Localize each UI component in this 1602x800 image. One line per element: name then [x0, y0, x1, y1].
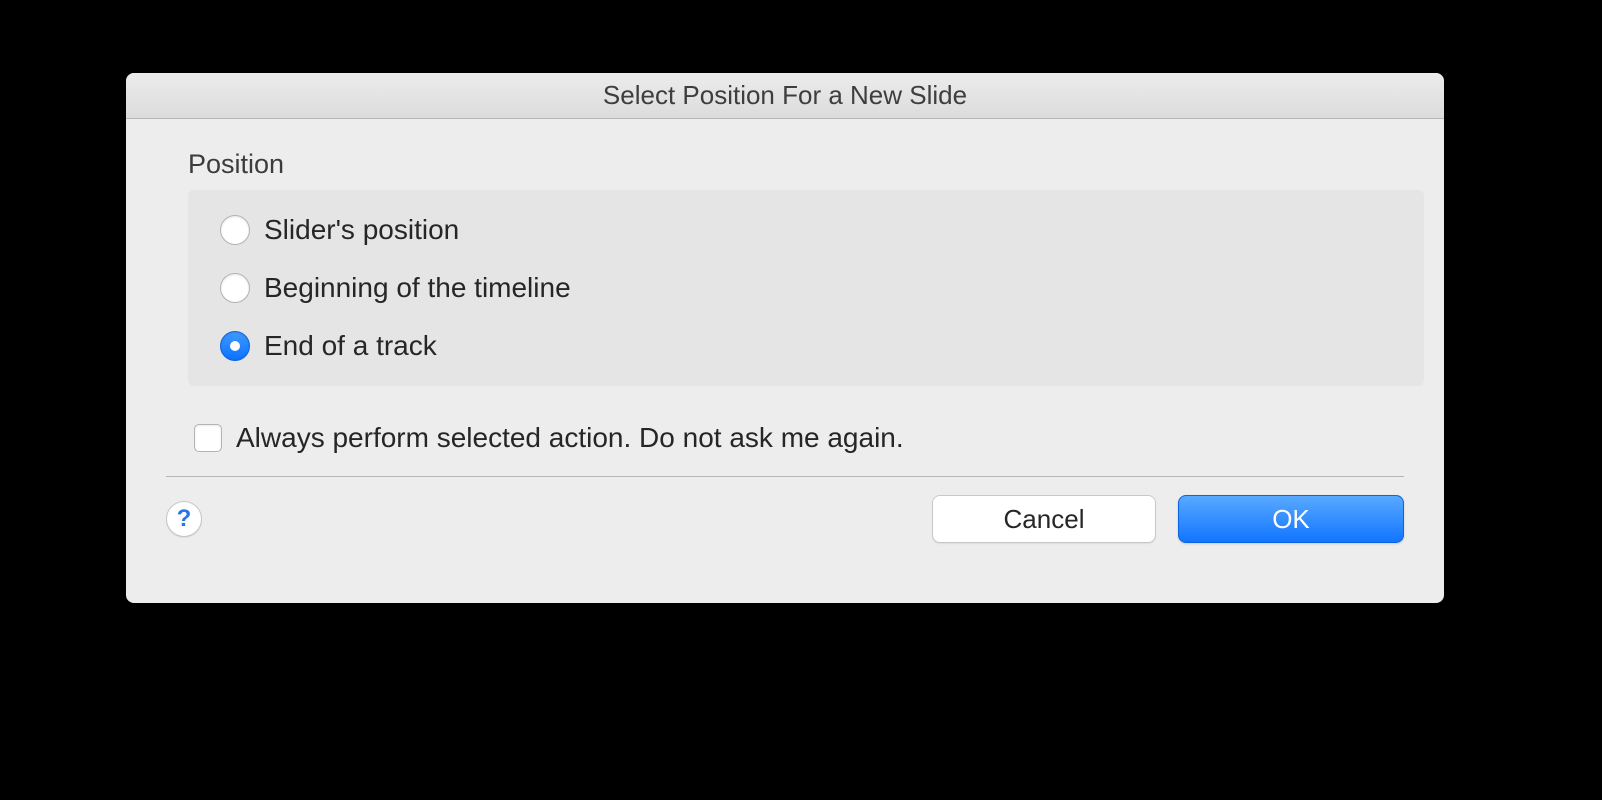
- ok-button[interactable]: OK: [1178, 495, 1404, 543]
- checkbox-always-perform[interactable]: Always perform selected action. Do not a…: [194, 422, 1404, 454]
- checkbox-label: Always perform selected action. Do not a…: [236, 422, 904, 454]
- radio-option-beginning-of-timeline[interactable]: Beginning of the timeline: [220, 272, 1392, 304]
- dialog-footer: ? Cancel OK: [126, 477, 1444, 543]
- dialog-title: Select Position For a New Slide: [603, 80, 967, 111]
- dialog-select-position: Select Position For a New Slide Position…: [126, 73, 1444, 603]
- checkbox-icon: [194, 424, 222, 452]
- position-radio-group: Slider's position Beginning of the timel…: [188, 190, 1424, 386]
- radio-label: Beginning of the timeline: [264, 272, 571, 304]
- radio-button-icon: [220, 273, 250, 303]
- titlebar: Select Position For a New Slide: [126, 73, 1444, 119]
- dialog-content: Position Slider's position Beginning of …: [126, 119, 1444, 454]
- radio-label: Slider's position: [264, 214, 459, 246]
- position-section-label: Position: [188, 149, 1404, 180]
- radio-button-icon: [220, 331, 250, 361]
- radio-label: End of a track: [264, 330, 437, 362]
- radio-button-icon: [220, 215, 250, 245]
- cancel-button[interactable]: Cancel: [932, 495, 1156, 543]
- help-icon: ?: [177, 505, 192, 533]
- help-button[interactable]: ?: [166, 501, 202, 537]
- radio-option-sliders-position[interactable]: Slider's position: [220, 214, 1392, 246]
- radio-option-end-of-track[interactable]: End of a track: [220, 330, 1392, 362]
- radio-selected-dot-icon: [230, 341, 240, 351]
